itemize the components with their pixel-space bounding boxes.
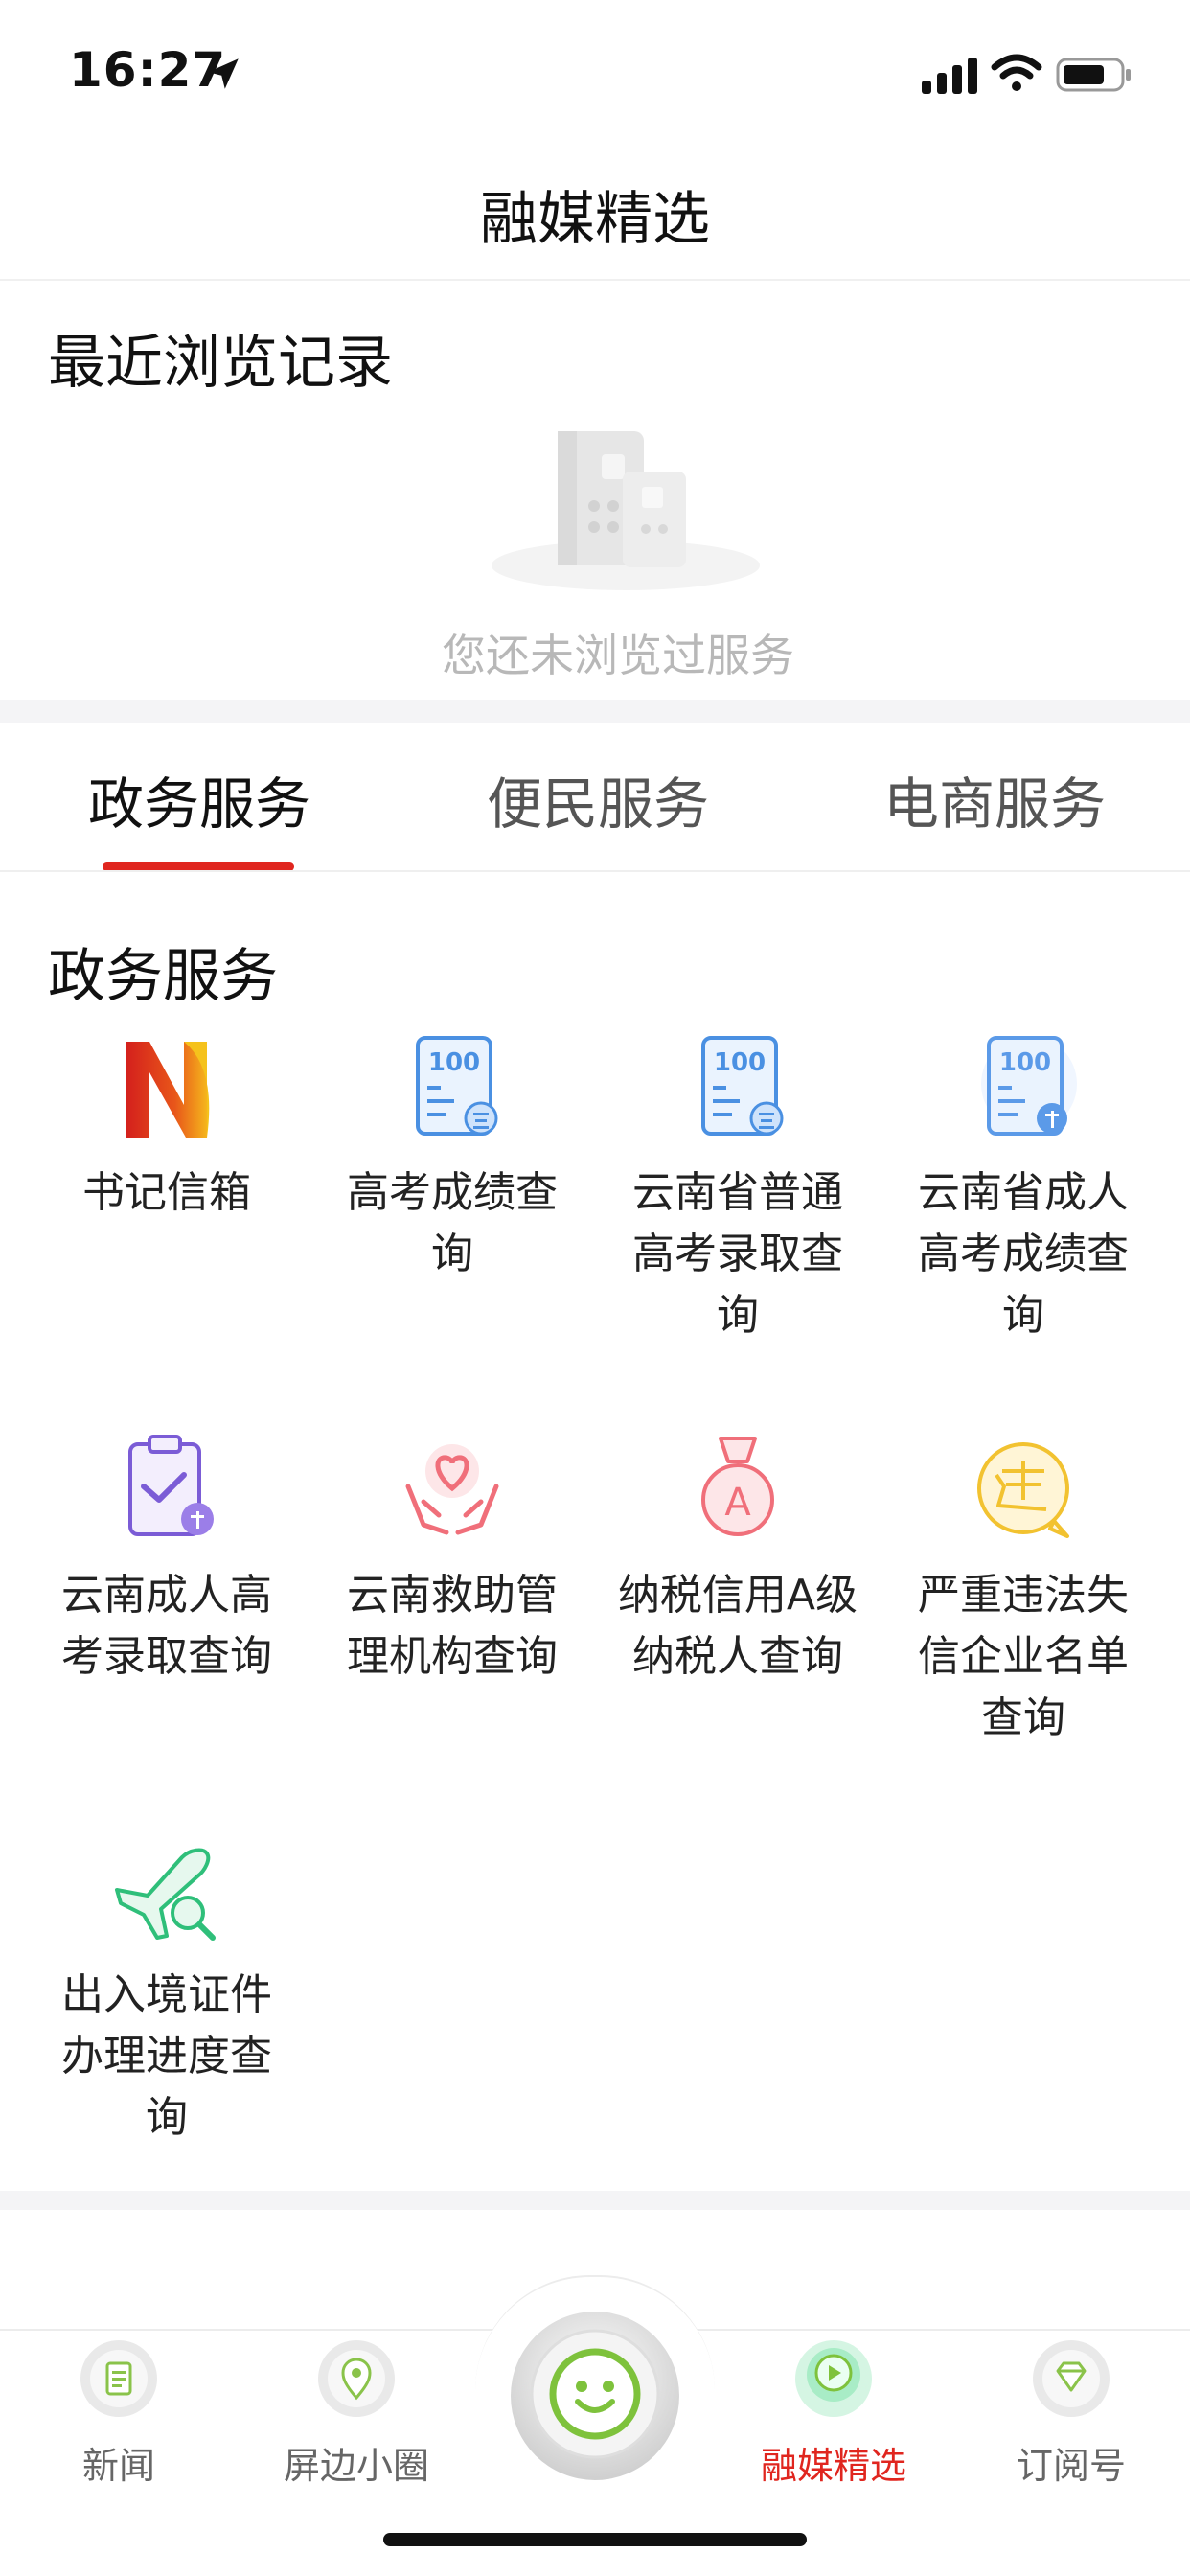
tabbar-item-subscriptions[interactable]: 订阅号 — [975, 2338, 1167, 2489]
service-item-serious-violation-list[interactable]: 严重违法失信企业名单查询 — [881, 1433, 1166, 1749]
page-title: 融媒精选 — [480, 186, 710, 253]
diamond-icon — [1033, 2340, 1110, 2417]
tabbar-item-media-selection[interactable]: 融媒精选 — [738, 2338, 929, 2489]
service-label: 云南省普通高考录取查询 — [632, 1168, 843, 1340]
tabs-divider — [0, 870, 1190, 872]
tabbar-item-news[interactable]: 新闻 — [23, 2338, 215, 2489]
medal-a-icon: A — [701, 1437, 774, 1536]
score-report-icon: 100 — [981, 1036, 1077, 1136]
location-pin-icon — [318, 2340, 395, 2417]
service-label: 云南省成人高考成绩查询 — [918, 1168, 1129, 1340]
svg-text:100: 100 — [714, 1048, 766, 1077]
recent-section-title: 最近浏览记录 — [48, 330, 393, 397]
service-label: 严重违法失信企业名单查询 — [918, 1571, 1129, 1742]
hands-heart-icon — [405, 1444, 499, 1535]
plane-search-icon — [115, 1848, 216, 1941]
header-divider — [0, 279, 1190, 281]
service-label: 出入境证件办理进度查询 — [61, 1970, 272, 2142]
news-icon — [80, 2340, 157, 2417]
tabbar-item-pingbian-circle[interactable]: 屏边小圈 — [261, 2338, 452, 2489]
tabbar-label: 屏边小圈 — [283, 2445, 429, 2487]
play-icon — [795, 2340, 872, 2417]
empty-state-illustration — [492, 431, 760, 590]
score-report-icon: 100 — [416, 1036, 498, 1136]
score-report-icon: 100 — [701, 1036, 784, 1136]
service-item-yunnan-rescue-agency[interactable]: 云南救助管理机构查询 — [309, 1433, 595, 1688]
mailbox-logo-icon — [126, 1042, 210, 1138]
tab-convenience-services[interactable]: 便民服务 — [487, 759, 709, 840]
service-item-yunnan-adult-gaokao-admission[interactable]: 云南成人高考录取查询 — [24, 1433, 309, 1688]
battery-icon — [1056, 58, 1131, 92]
tabbar-label: 新闻 — [81, 2445, 155, 2487]
location-arrow-icon — [208, 58, 239, 89]
service-label: 纳税信用A级纳税人查询 — [617, 1571, 858, 1681]
service-item-tax-credit-a[interactable]: A 纳税信用A级纳税人查询 — [595, 1433, 881, 1688]
clipboard-check-icon — [128, 1435, 214, 1536]
svg-text:A: A — [724, 1481, 751, 1525]
home-indicator — [383, 2533, 807, 2546]
svg-text:100: 100 — [999, 1048, 1051, 1077]
section-separator — [0, 700, 1190, 723]
service-item-yunnan-gaokao-admission[interactable]: 100 云南省普通高考录取查询 — [595, 1030, 881, 1346]
smiley-center-button[interactable] — [509, 2310, 681, 2482]
section-title: 政务服务 — [48, 943, 278, 1010]
cellular-signal-icon — [922, 58, 977, 94]
tabbar-label: 订阅号 — [1016, 2445, 1126, 2487]
service-item-exit-entry-progress[interactable]: 出入境证件办理进度查询 — [24, 1832, 309, 2149]
violation-badge-icon — [977, 1442, 1069, 1538]
service-item-yunnan-adult-gaokao-score[interactable]: 100 云南省成人高考成绩查询 — [881, 1030, 1166, 1346]
service-tabs: 政务服务 便民服务 电商服务 — [0, 723, 1190, 871]
tabbar-label: 融媒精选 — [760, 2445, 906, 2487]
service-label: 高考成绩查询 — [347, 1168, 558, 1278]
service-label: 云南成人高考录取查询 — [61, 1571, 272, 1681]
service-item-secretary-mailbox[interactable]: 书记信箱 — [24, 1030, 309, 1224]
service-item-gaokao-score[interactable]: 100 高考成绩查询 — [309, 1030, 595, 1285]
wifi-icon — [991, 54, 1042, 91]
bottom-separator — [0, 2191, 1190, 2210]
empty-state-text: 您还未浏览过服务 — [442, 630, 794, 681]
svg-text:100: 100 — [428, 1048, 480, 1077]
service-label: 书记信箱 — [82, 1168, 251, 1217]
service-label: 云南救助管理机构查询 — [347, 1571, 558, 1681]
status-bar: 16:27 — [0, 0, 1190, 144]
tab-government-services[interactable]: 政务服务 — [88, 759, 310, 840]
tab-ecommerce-services[interactable]: 电商服务 — [883, 759, 1106, 840]
